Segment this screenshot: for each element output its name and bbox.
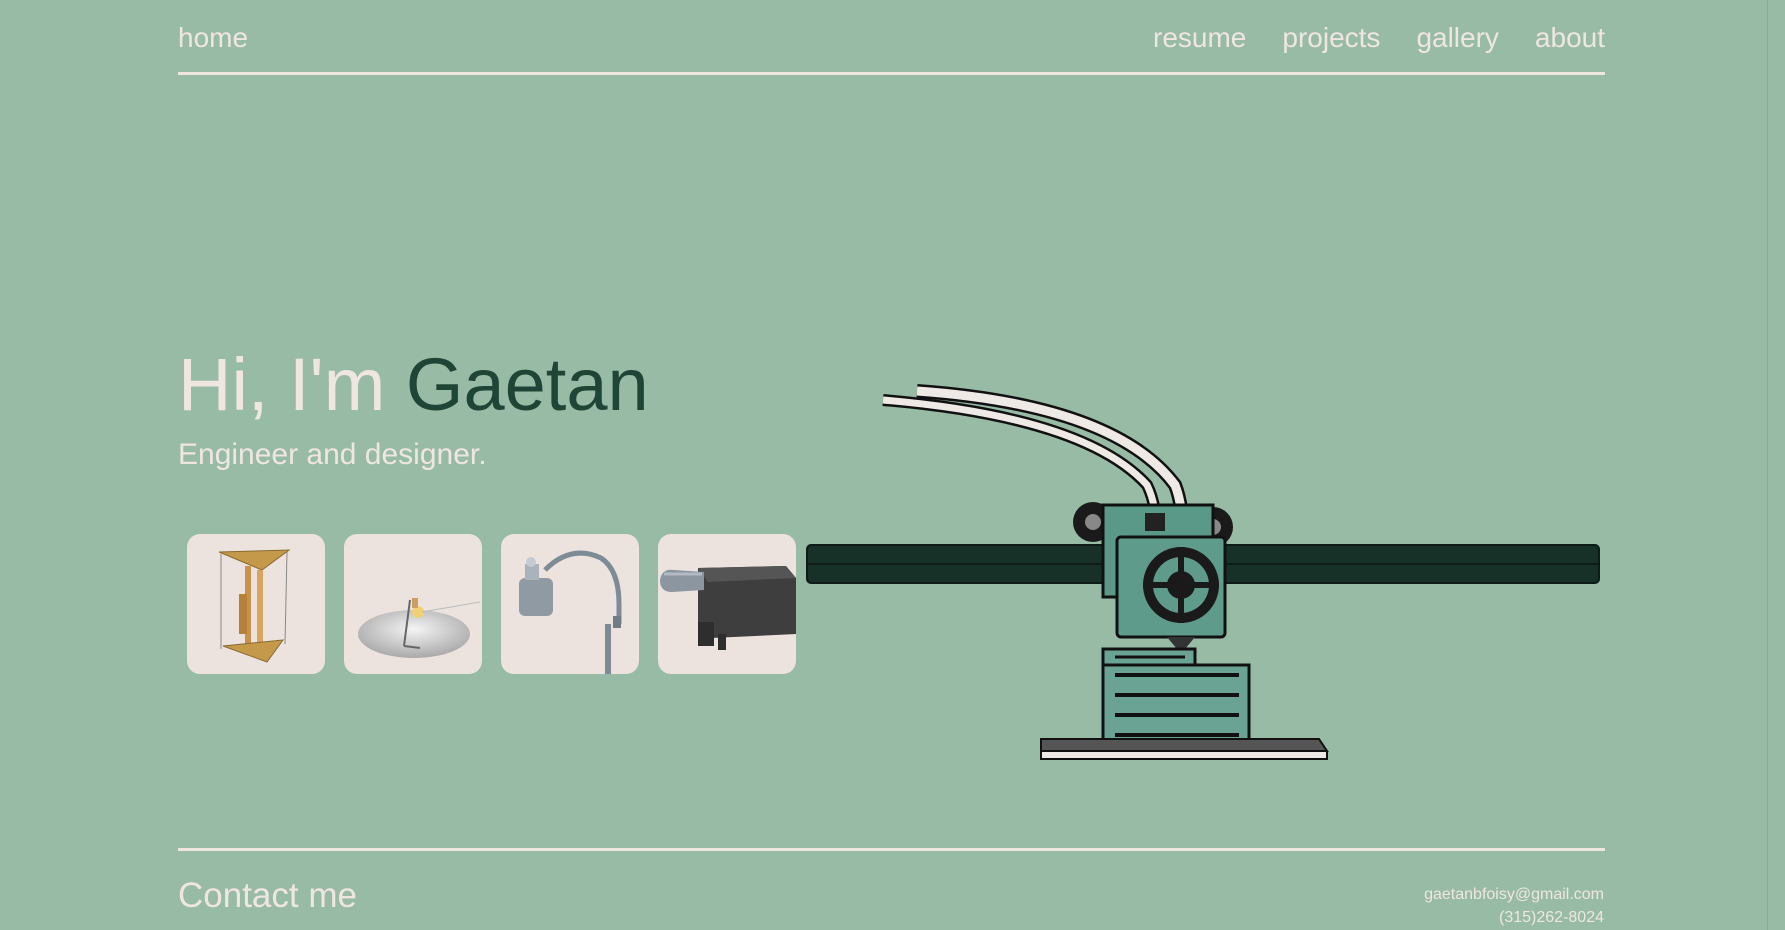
top-nav: home resume projects gallery about bbox=[178, 0, 1605, 74]
contact-email[interactable]: gaetanbfoisy@gmail.com bbox=[1424, 883, 1604, 906]
nav-divider bbox=[178, 72, 1605, 75]
nav-about-link[interactable]: about bbox=[1535, 22, 1605, 54]
project-thumb-lamp[interactable] bbox=[501, 534, 639, 674]
project-thumb-clip[interactable] bbox=[658, 534, 796, 674]
nav-resume-link[interactable]: resume bbox=[1153, 22, 1246, 54]
contact-heading: Contact me bbox=[178, 876, 357, 915]
footer-divider bbox=[178, 848, 1605, 851]
project-thumbnails bbox=[187, 534, 796, 674]
printer-illustration bbox=[805, 365, 1605, 765]
project-thumb-tower[interactable] bbox=[187, 534, 325, 674]
nav-gallery-link[interactable]: gallery bbox=[1416, 22, 1498, 54]
clip-part-icon bbox=[660, 566, 796, 650]
hero-title: Hi, I'm Gaetan bbox=[178, 342, 649, 428]
nav-projects-link[interactable]: projects bbox=[1282, 22, 1380, 54]
project-thumb-dish[interactable] bbox=[344, 534, 482, 674]
contact-info: gaetanbfoisy@gmail.com (315)262-8024 bbox=[1424, 883, 1604, 929]
hero-subtitle: Engineer and designer. bbox=[178, 438, 487, 471]
desk-lamp-icon bbox=[519, 550, 622, 674]
tower-model-icon bbox=[218, 549, 291, 663]
hero-greeting: Hi, I'm bbox=[178, 343, 406, 426]
hero-name: Gaetan bbox=[405, 343, 649, 426]
nav-links: resume projects gallery about bbox=[1153, 22, 1605, 54]
contact-phone[interactable]: (315)262-8024 bbox=[1424, 906, 1604, 929]
lamp-dish-icon bbox=[358, 598, 481, 658]
3d-printer-extruder-icon bbox=[806, 384, 1600, 760]
page-scrollbar[interactable] bbox=[1767, 0, 1785, 930]
nav-home-link[interactable]: home bbox=[178, 22, 248, 54]
